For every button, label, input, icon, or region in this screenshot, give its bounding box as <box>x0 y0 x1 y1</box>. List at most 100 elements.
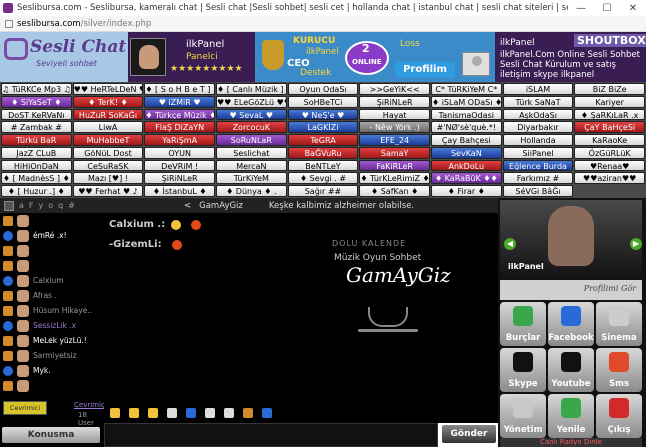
room-button[interactable]: ♦ [ MadnèsS ] ♦ <box>1 172 72 185</box>
user-filter-button[interactable]: o <box>48 201 53 210</box>
room-button[interactable]: - Nêw Yörk .) <box>359 121 430 134</box>
room-button[interactable]: ŞiRiNLeR <box>144 172 215 185</box>
minimize-icon[interactable]: — <box>568 3 594 14</box>
address-bar[interactable]: seslibursa.com /silver/index.php <box>0 16 646 32</box>
room-button[interactable]: ♥ NeŞ'e ♥ <box>287 108 359 121</box>
room-button[interactable]: Seslichat <box>215 146 287 159</box>
fire-icon[interactable] <box>243 408 253 418</box>
room-button[interactable]: SoRuNLaR <box>215 134 287 146</box>
user-filter-button[interactable]: y <box>39 201 44 210</box>
room-button[interactable]: HiHiOnDaN <box>1 159 72 172</box>
room-button[interactable]: Eğlence Burda <box>502 159 574 172</box>
room-button[interactable]: AşkOdaSı <box>502 108 574 121</box>
send-button[interactable]: Gönder <box>442 425 496 443</box>
online-users-link[interactable]: Çevrimiçi <box>74 401 107 409</box>
laugh-icon[interactable] <box>148 408 158 418</box>
room-button[interactable]: MercaN <box>215 159 287 172</box>
quick-link-4[interactable]: Skype <box>500 348 546 392</box>
room-button[interactable]: ♥ iZMiR ♥ <box>144 95 215 108</box>
quick-link-8[interactable]: Yenile <box>548 394 594 438</box>
user-filter-button[interactable]: q <box>58 201 63 210</box>
room-button[interactable]: C* TüRKiYeM C* <box>430 83 502 95</box>
page-info-icon[interactable] <box>5 19 13 28</box>
room-button[interactable]: ♥ SevaL ♥ <box>215 108 287 121</box>
user-list-item[interactable] <box>0 213 104 228</box>
quick-link-5[interactable]: Youtube <box>548 348 594 392</box>
room-button[interactable]: ♫ TüRKCe Mp3 ♫ <box>1 83 72 95</box>
user-list-item[interactable]: MeLek yüzLü.! <box>0 333 104 348</box>
user-list-item[interactable]: Afras . <box>0 288 104 303</box>
message-input[interactable] <box>104 423 438 447</box>
room-button[interactable]: Mazı [♥] ! <box>72 172 144 185</box>
room-button[interactable]: # Zambak # <box>1 121 72 134</box>
wave-icon[interactable] <box>110 408 120 418</box>
room-button[interactable]: JazZ CLuB <box>1 146 72 159</box>
room-back-icon[interactable]: < <box>184 201 191 211</box>
room-button[interactable]: ♦ [ Canlı Müzik ] ♦ <box>215 83 287 95</box>
next-arrow-icon[interactable]: ▶ <box>630 238 642 250</box>
room-button[interactable]: ♦ TerK! ♦ <box>72 95 144 108</box>
user-filter-button[interactable]: # <box>68 201 75 210</box>
room-button[interactable]: ♦ [ S o H B e T ] ♦ <box>144 83 215 95</box>
room-button[interactable]: ♦ Türkçe Müzik ♦ <box>144 108 215 121</box>
room-button[interactable]: ♦ [ Huzur .] ♦ <box>1 185 72 197</box>
room-button[interactable]: ŞiRiNLeR <box>359 95 430 108</box>
quick-link-6[interactable]: Sms <box>596 348 642 392</box>
room-button[interactable]: MuHabbeT <box>72 134 144 146</box>
room-button[interactable]: Farkımız # <box>502 172 574 185</box>
quick-link-1[interactable]: Burçlar <box>500 302 546 346</box>
user-list-item[interactable] <box>0 258 104 273</box>
room-button[interactable]: SéVGi BâĞı <box>502 185 574 197</box>
room-button[interactable]: >>GeYiK<< <box>359 83 430 95</box>
quick-link-3[interactable]: Sinema <box>596 302 642 346</box>
user-list-item[interactable]: SessizLik .x <box>0 318 104 333</box>
quick-link-9[interactable]: Çıkış <box>596 394 642 438</box>
sticker-icon[interactable] <box>167 408 177 418</box>
profile-button[interactable]: Profilim <box>395 62 455 78</box>
room-button[interactable]: ♦ TürKLeRimiZ ♦ <box>359 172 430 185</box>
room-button[interactable]: Hollanda <box>502 134 574 146</box>
room-button[interactable]: BaĞVuRu <box>287 146 359 159</box>
room-button[interactable]: ♦ Dünya ♦ . <box>215 185 287 197</box>
cloud-icon[interactable] <box>262 408 272 418</box>
prev-arrow-icon[interactable]: ◀ <box>504 238 516 250</box>
talk-button[interactable]: Konusma <box>2 427 100 443</box>
dj-avatar[interactable] <box>130 38 166 76</box>
user-list-item[interactable]: émRé .x! <box>0 228 104 243</box>
user-filter-button[interactable]: a <box>19 201 24 210</box>
room-button[interactable]: ♦ iSLaM ODaSı ♦ <box>430 95 502 108</box>
site-logo[interactable]: Sesli Chat Seviyeli sohbet <box>0 32 128 82</box>
user-list-item[interactable]: Myk. <box>0 363 104 378</box>
room-button[interactable]: HuZuR SoKaĞı <box>72 108 144 121</box>
room-button[interactable]: SamaY <box>359 146 430 159</box>
room-button[interactable]: ♦ Firar ♦ <box>430 185 502 197</box>
room-button[interactable]: BeNTLeY <box>287 159 359 172</box>
room-button[interactable]: ÖzGüRLüK <box>574 146 645 159</box>
room-button[interactable]: TeGRA <box>287 134 359 146</box>
profile-banner[interactable]: Profilimi Gör <box>500 280 642 300</box>
live-radio-link[interactable]: Canlı Radyo Dinle <box>500 438 642 447</box>
room-button[interactable]: Kariyer <box>574 95 645 108</box>
room-button[interactable]: ♦ SafKan ♦ <box>359 185 430 197</box>
user-list-item[interactable]: Hüsum Hikaye.. <box>0 303 104 318</box>
room-button[interactable]: SevKaN <box>430 146 502 159</box>
user-list-item[interactable]: Calxium <box>0 273 104 288</box>
room-button[interactable]: Türk SaNaT <box>502 95 574 108</box>
room-button[interactable]: ♦ KaRaBüK ♦♦ <box>430 172 502 185</box>
room-button[interactable]: TanismaOdasi <box>430 108 502 121</box>
room-button[interactable]: ♥♥aziran♥♥ <box>574 172 645 185</box>
room-button[interactable]: #'NØ'sè'què.*! <box>430 121 502 134</box>
room-button[interactable]: Türkü BaR <box>1 134 72 146</box>
room-button[interactable]: ÇaY BaHçeSi <box>574 121 645 134</box>
room-button[interactable]: FlaŞ DiZaYN <box>144 121 215 134</box>
room-button[interactable]: OYUN <box>144 146 215 159</box>
user-list-item[interactable]: Sarmiyetsiz <box>0 348 104 363</box>
room-button[interactable]: ♥♥ HeRTeLDeN ♥♥ <box>72 83 144 95</box>
room-button[interactable]: ♥Renaa♥ <box>574 159 645 172</box>
quick-link-2[interactable]: Facebook <box>548 302 594 346</box>
room-button[interactable]: SoHBeTCi <box>287 95 359 108</box>
room-button[interactable]: Çay Bahçesi <box>430 134 502 146</box>
room-button[interactable]: ♥♥ Ferhat ♥ ♪ <box>72 185 144 197</box>
photo-icon[interactable] <box>186 408 196 418</box>
room-button[interactable]: ♥♥ ELeGöZLü ♥♥ <box>215 95 287 108</box>
